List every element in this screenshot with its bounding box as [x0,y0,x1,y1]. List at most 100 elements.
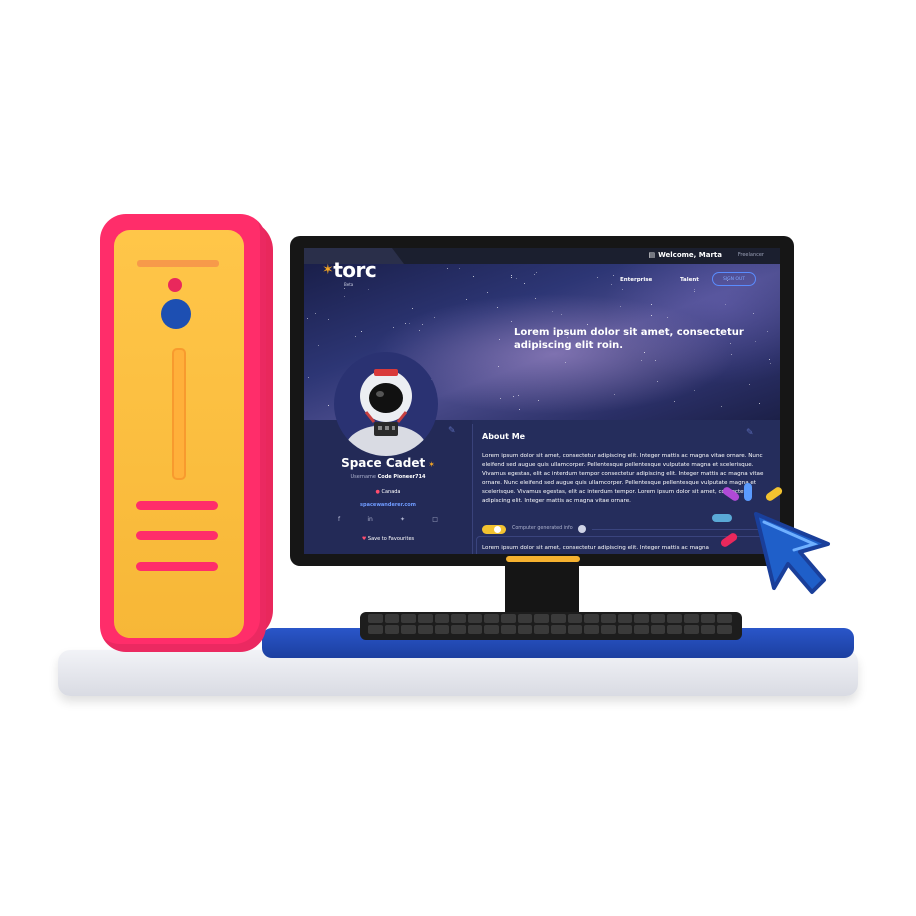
edit-about-icon[interactable]: ✎ [746,428,754,438]
keyboard-key[interactable] [700,614,716,623]
star-decoration [730,353,732,355]
tower-power-button[interactable] [161,299,191,329]
keyboard-key[interactable] [434,614,450,623]
keyboard-key[interactable] [717,614,732,623]
star-decoration [694,290,696,292]
star-decoration [748,384,750,386]
keyboard-key[interactable] [684,614,699,623]
keyboard-key[interactable] [650,625,666,634]
keyboard-key[interactable] [534,625,549,634]
keyboard-key[interactable] [534,614,549,623]
info-icon[interactable] [578,525,586,533]
generated-info-text: Lorem ipsum dolor sit amet, consectetur … [482,545,709,551]
star-decoration [656,381,658,383]
facebook-icon[interactable]: f [338,516,340,523]
keyboard-key[interactable] [551,614,566,623]
keyboard-key[interactable] [684,625,699,634]
tower-drive-slot [137,260,219,267]
keyboard-key[interactable] [617,625,633,634]
star-decoration [725,303,727,305]
keyboard-key[interactable] [667,625,683,634]
keyboard-key[interactable] [501,625,516,634]
keyboard-key[interactable] [667,614,683,623]
tower-light-bar [172,348,186,480]
keyboard-key[interactable] [584,625,599,634]
star-decoration [510,320,512,322]
keyboard-key[interactable] [517,625,533,634]
keyboard-key[interactable] [467,625,483,634]
star-decoration [610,284,612,286]
keyboard[interactable] [366,612,734,636]
verified-badge-icon: ✶ [428,460,435,469]
star-decoration [405,323,407,325]
star-decoration [655,360,657,362]
role-label: Freelancer [737,252,764,258]
star-decoration [524,282,526,284]
keyboard-key[interactable] [567,625,583,634]
keyboard-key[interactable] [567,614,583,623]
keyboard-key[interactable] [384,614,400,623]
keyboard-key[interactable] [434,625,450,634]
keyboard-key[interactable] [451,625,466,634]
keyboard-key[interactable] [717,625,732,634]
keyboard-key[interactable] [484,625,500,634]
instagram-icon[interactable]: □ [432,516,438,523]
keyboard-key[interactable] [634,614,649,623]
keyboard-key[interactable] [368,625,383,634]
keyboard-key[interactable] [600,625,616,634]
save-to-favourites-button[interactable]: ♥ Save to Favourites [304,536,472,542]
star-decoration [759,403,761,405]
keyboard-key[interactable] [368,614,383,623]
star-decoration [754,341,756,343]
star-decoration [497,366,499,368]
tower-led [168,278,182,292]
star-decoration [667,316,669,318]
star-decoration [412,308,414,310]
nav-talent[interactable]: Talent [680,277,699,283]
twitter-icon[interactable]: ✦ [400,516,405,523]
star-decoration [446,268,448,270]
keyboard-key[interactable] [600,614,616,623]
keyboard-key[interactable] [584,614,599,623]
star-decoration [511,277,513,279]
astronaut-icon [346,369,426,456]
star-decoration [497,306,499,308]
keyboard-key[interactable] [634,625,649,634]
keyboard-key[interactable] [467,614,483,623]
linkedin-icon[interactable]: in [367,516,372,523]
keyboard-key[interactable] [551,625,566,634]
keyboard-key[interactable] [401,614,416,623]
star-decoration [640,359,642,361]
star-decoration [315,312,317,314]
keyboard-key[interactable] [517,614,533,623]
torc-logo[interactable]: ✶torc [322,258,377,282]
edit-profile-icon[interactable]: ✎ [448,426,456,436]
website-link[interactable]: spacewanderer.com [304,502,472,508]
star-decoration [622,289,624,291]
spark-teal [712,514,732,522]
spark-blue [744,483,752,501]
keyboard-key[interactable] [384,625,400,634]
sign-out-button[interactable]: SIGN OUT [712,272,756,286]
keyboard-key[interactable] [501,614,516,623]
panel-divider [472,424,473,554]
star-decoration [486,291,488,293]
keyboard-key[interactable] [484,614,500,623]
star-decoration [433,316,435,318]
nav-enterprise[interactable]: Enterprise [620,277,652,283]
star-decoration [597,276,599,278]
keyboard-key[interactable] [617,614,633,623]
star-decoration [408,322,410,324]
star-decoration [535,298,537,300]
keyboard-key[interactable] [401,625,416,634]
keyboard-key[interactable] [700,625,716,634]
star-decoration [343,288,345,290]
keyboard-key[interactable] [417,625,433,634]
keyboard-key[interactable] [451,614,466,623]
tower-vent [136,562,218,571]
star-decoration [650,304,652,305]
tower-vent [136,531,218,540]
keyboard-key[interactable] [650,614,666,623]
star-decoration [392,326,394,328]
keyboard-key[interactable] [417,614,433,623]
